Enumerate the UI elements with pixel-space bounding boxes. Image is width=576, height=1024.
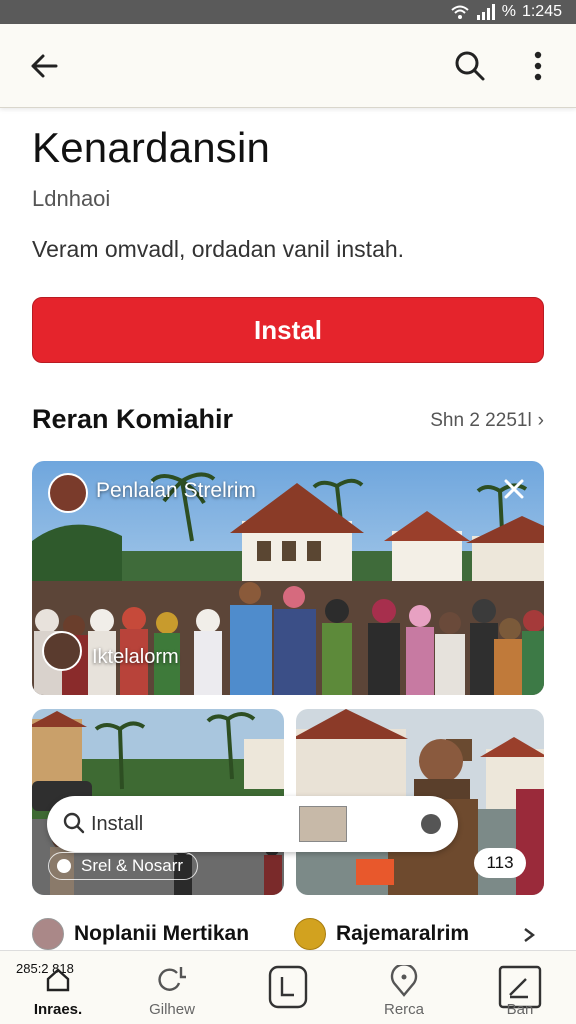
app-bar — [0, 24, 576, 108]
nav-item-library[interactable] — [238, 951, 338, 1024]
nav-item-refresh[interactable]: Gilhew — [122, 951, 222, 1024]
list-item-label: Noplanii Mertikan — [74, 922, 250, 945]
nav-label: Rerca — [383, 1001, 424, 1018]
search-pill-label: Install — [91, 813, 144, 835]
location-dot-icon — [57, 859, 71, 873]
more-options-button[interactable] — [516, 44, 560, 88]
refresh-icon — [158, 967, 186, 991]
avatar — [294, 918, 326, 950]
library-icon — [268, 965, 308, 1009]
avatar — [42, 631, 82, 671]
bottom-navigation: 285:2 818 Inraes. Gilhew Rerca Ban — [0, 950, 576, 1024]
search-icon — [455, 51, 485, 81]
gallery-left-caption-text: Srel & Nosarr — [81, 856, 184, 875]
featured-card[interactable]: Penlaian Strelrim Iktelalorm — [32, 461, 544, 695]
nav-item-edit[interactable]: Ban — [470, 951, 570, 1024]
app-title: Kenardansin — [32, 124, 271, 171]
nav-item-home[interactable]: 285:2 818 Inraes. — [8, 951, 108, 1024]
home-icon — [46, 968, 70, 992]
arrow-left-icon — [31, 54, 58, 78]
avatar — [48, 473, 88, 513]
list-item[interactable]: Rajemaralrim — [294, 918, 469, 950]
back-button[interactable] — [22, 44, 66, 88]
battery-indicator: % — [501, 3, 516, 20]
play-icon[interactable] — [421, 814, 441, 834]
related-list: Noplanii Mertikan Rajemaralrim — [0, 918, 576, 954]
avatar — [32, 918, 64, 950]
list-item[interactable]: Noplanii Mertikan — [32, 918, 249, 950]
status-bar: % 1:245 — [0, 0, 576, 24]
location-icon — [390, 965, 418, 997]
featured-card-label: Iktelalorm — [92, 646, 179, 668]
nav-label: Gilhew — [149, 1001, 195, 1018]
wifi-icon — [451, 5, 469, 19]
chevron-right-icon[interactable] — [522, 926, 536, 944]
close-icon[interactable] — [502, 477, 526, 501]
install-button[interactable]: Instal — [32, 297, 544, 363]
status-time: 1:245 — [521, 3, 562, 20]
thumbnail-image — [299, 806, 347, 842]
nav-label: Ban — [506, 1001, 534, 1018]
app-description: Veram omvadl, ordadan vanil instah. — [32, 236, 405, 262]
status-icons: % 1:245 — [450, 3, 562, 21]
chevron-right-icon: › — [537, 410, 544, 431]
app-developer[interactable]: Ldnhaoi — [32, 186, 110, 212]
nav-item-location[interactable]: Rerca — [354, 951, 454, 1024]
section-see-more-link[interactable]: Shn 2 2251l › — [430, 410, 544, 432]
featured-card-title: Penlaian Strelrim — [96, 479, 256, 502]
signal-icon — [476, 4, 495, 20]
list-item-label: Rajemaralrim — [336, 922, 470, 945]
section-title: Reran Komiahir — [32, 404, 234, 434]
gallery-left-caption: Srel & Nosarr — [48, 852, 198, 880]
search-icon — [63, 812, 85, 834]
nav-label: Inraes. — [33, 1001, 83, 1018]
section-link-label: Shn 2 2251l — [430, 410, 532, 431]
count-badge: 113 — [474, 848, 526, 878]
more-vert-icon — [534, 51, 542, 81]
install-search-pill[interactable]: Install — [47, 796, 458, 852]
search-button[interactable] — [448, 44, 492, 88]
